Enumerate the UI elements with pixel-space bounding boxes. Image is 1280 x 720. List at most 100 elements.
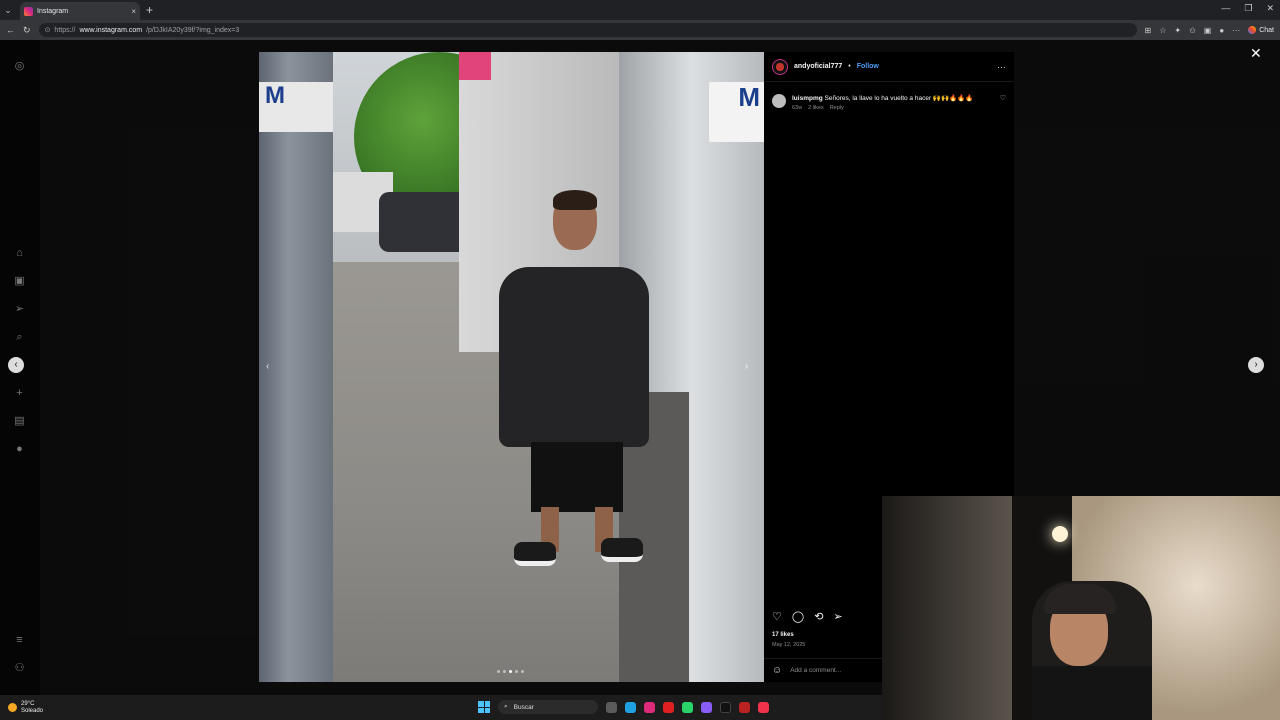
dashboard-icon[interactable]: ▤: [13, 415, 26, 428]
reels-icon[interactable]: ▣: [13, 275, 26, 288]
site-info-icon[interactable]: ⊙: [45, 26, 51, 34]
taskbar-search[interactable]: ⌕ Buscar: [498, 700, 598, 714]
carousel-dot: [521, 670, 524, 673]
photo-right-sign: M: [709, 82, 764, 142]
post-actions: ♡ ◯ ⟲ ➢: [772, 610, 843, 623]
likes-count[interactable]: 17 likes: [772, 632, 794, 638]
cam-cap: [1044, 584, 1116, 614]
comment-reply-button[interactable]: Reply: [830, 104, 844, 113]
menu-icon[interactable]: ···: [1232, 26, 1240, 35]
tiktok-icon[interactable]: [720, 701, 731, 713]
taskbar-center: ⌕ Buscar: [478, 700, 769, 714]
comment-bubble-icon[interactable]: ◯: [792, 610, 804, 623]
youtube-icon[interactable]: [663, 701, 674, 713]
browser-tab-bar: ⌄ Instagram × + — ❐ ✕: [0, 0, 1280, 20]
favorites-icon[interactable]: ✩: [1189, 26, 1196, 35]
music-icon[interactable]: [758, 701, 769, 713]
address-bar-row: ← ↻ ⊙ https://www.instagram.com/p/DJkIA2…: [0, 20, 1280, 40]
profile-avatar[interactable]: ●: [1219, 26, 1224, 35]
messages-icon[interactable]: ➢: [13, 303, 26, 316]
search-icon[interactable]: ⌕: [13, 331, 26, 344]
post-header: andyoficial777 • Follow ···: [764, 52, 1014, 82]
windows-taskbar: 29°C Soleado ⌕ Buscar: [0, 695, 882, 720]
carousel-dot: [497, 670, 500, 673]
chat-label: Chat: [1259, 26, 1274, 34]
photo-person-jacket: [499, 267, 649, 447]
cam-lamp: [1052, 526, 1068, 542]
more-menu-icon[interactable]: ≡: [13, 634, 26, 647]
instagram-app-icon[interactable]: [644, 701, 655, 713]
url-path: /p/DJkIA20y39f/?img_index=3: [146, 26, 240, 34]
instagram-favicon-icon: [24, 6, 33, 16]
comment-meta: 63w 2 likes Reply: [792, 104, 994, 113]
header-separator: •: [848, 63, 851, 70]
meta-icon[interactable]: ⚇: [13, 662, 26, 675]
instagram-logo-icon[interactable]: ◎: [13, 60, 26, 73]
weather-temp: 29°C: [21, 700, 35, 707]
like-heart-icon[interactable]: ♡: [772, 610, 782, 623]
comment-body: luismpmg Señores, la llave lo ha vuelto …: [792, 94, 994, 113]
toolbar-right: ⊞ ☆ ✦ ✩ ▣ ● ··· Chat: [1145, 26, 1274, 35]
carousel-prev-icon[interactable]: ‹: [266, 361, 269, 372]
url-host: www.instagram.com: [79, 26, 143, 34]
create-icon[interactable]: +: [13, 387, 26, 400]
messenger-icon[interactable]: [701, 701, 712, 713]
home-icon[interactable]: ⌂: [13, 247, 26, 260]
extensions-icon[interactable]: ✦: [1174, 26, 1181, 35]
share-send-icon[interactable]: ➢: [833, 610, 842, 623]
browser-tab[interactable]: Instagram ×: [20, 2, 140, 20]
chat-button[interactable]: Chat: [1248, 26, 1274, 34]
emoji-icon[interactable]: ☺: [772, 665, 782, 676]
url-input[interactable]: ⊙ https://www.instagram.com/p/DJkIA20y39…: [38, 23, 1137, 37]
weather-condition: Soleado: [21, 707, 44, 714]
photo-person-shoe: [601, 538, 643, 562]
sun-icon: [8, 703, 17, 712]
author-avatar[interactable]: [772, 58, 788, 75]
commenter-username[interactable]: luismpmg: [792, 95, 823, 102]
apps-icon[interactable]: ⊞: [1145, 26, 1152, 35]
comment-like-heart-icon[interactable]: ♡: [1000, 94, 1006, 113]
photo-person-hair: [553, 190, 597, 210]
taskbar-search-icon: ⌕: [504, 703, 508, 710]
carousel-dot: [515, 670, 518, 673]
author-username[interactable]: andyoficial777: [794, 63, 842, 70]
tab-search-icon[interactable]: ⌄: [0, 0, 16, 20]
window-close-icon[interactable]: ✕: [1266, 3, 1274, 14]
star-icon[interactable]: ☆: [1159, 26, 1166, 35]
comment-text: Señores, la llave lo ha vuelto a hacer 🙌…: [824, 95, 974, 102]
prev-post-icon[interactable]: ‹: [8, 357, 24, 373]
photo-left-panel: M: [259, 52, 333, 682]
reload-icon[interactable]: ↻: [23, 25, 31, 36]
restore-icon[interactable]: ❐: [1244, 3, 1252, 14]
more-options-icon[interactable]: ···: [997, 62, 1006, 72]
next-post-icon[interactable]: ›: [1248, 357, 1264, 373]
back-icon[interactable]: ←: [6, 25, 15, 35]
comment-age: 63w: [792, 105, 803, 111]
collections-icon[interactable]: ▣: [1204, 26, 1212, 35]
minimize-icon[interactable]: —: [1221, 3, 1230, 14]
photo-left-sign: M: [259, 82, 333, 132]
carousel-next-icon[interactable]: ›: [745, 361, 748, 372]
carousel-dots: [497, 670, 524, 673]
comment-item: luismpmg Señores, la llave lo ha vuelto …: [772, 94, 1006, 113]
webcam-overlay: [882, 496, 1280, 720]
follow-button[interactable]: Follow: [857, 63, 879, 70]
comment-likes[interactable]: 2 likes: [808, 104, 824, 113]
cam-wall-left: [882, 496, 1012, 720]
app-icon[interactable]: [739, 701, 750, 713]
edge-icon[interactable]: [625, 701, 636, 713]
task-view-icon[interactable]: [606, 701, 617, 713]
tab-close-icon[interactable]: ×: [131, 7, 136, 16]
repost-icon[interactable]: ⟲: [814, 610, 823, 623]
photo-pink-sign: [459, 52, 491, 80]
commenter-avatar[interactable]: [772, 94, 786, 108]
tab-title: Instagram: [37, 7, 69, 15]
post-date: May 12, 2025: [772, 642, 806, 648]
modal-close-icon[interactable]: ✕: [1250, 45, 1262, 62]
new-tab-button[interactable]: +: [146, 3, 153, 17]
kick-icon[interactable]: [682, 701, 693, 713]
windows-start-icon[interactable]: [478, 701, 490, 713]
profile-icon[interactable]: ●: [13, 443, 26, 456]
add-comment-input[interactable]: Add a comment...: [790, 667, 841, 674]
weather-widget[interactable]: 29°C Soleado: [0, 701, 43, 715]
